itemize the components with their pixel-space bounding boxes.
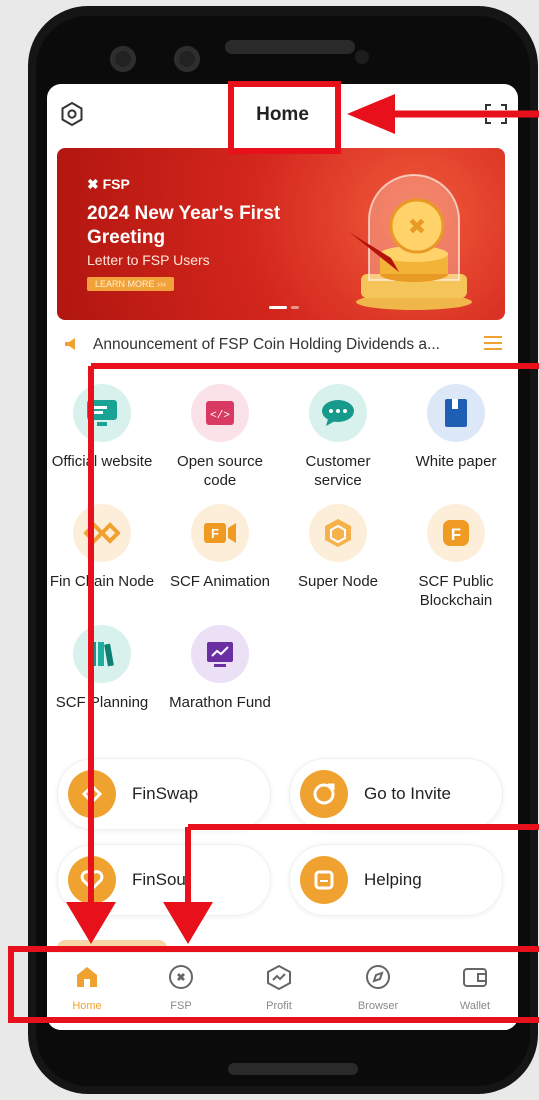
annotation-arrows <box>66 94 539 944</box>
annotation-box-tabbar <box>8 946 539 1023</box>
